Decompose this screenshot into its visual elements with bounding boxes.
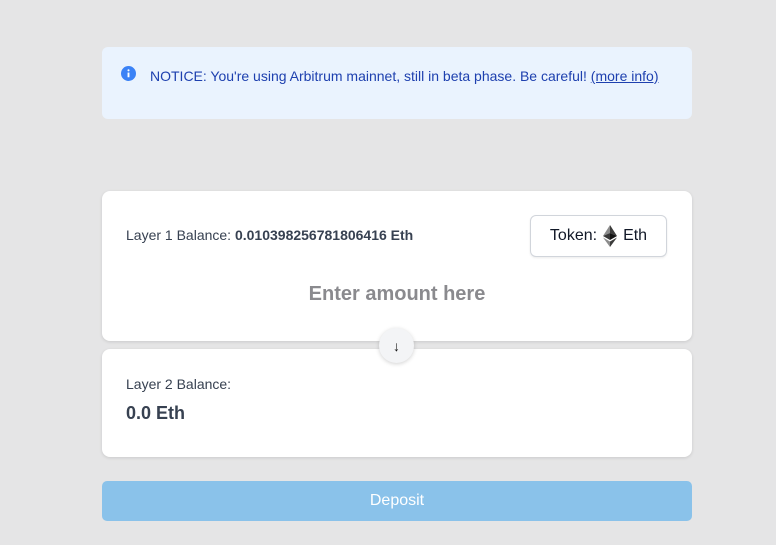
token-symbol: Eth	[623, 227, 648, 244]
layer2-balance-label: Layer 2 Balance:	[126, 376, 232, 392]
token-label: Token:	[549, 227, 598, 244]
more-info-link[interactable]: (more info)	[591, 68, 659, 84]
info-icon	[121, 66, 136, 81]
layer2-balance-value: 0.0 Eth	[126, 403, 186, 423]
layer1-balance-label: Layer 1 Balance:	[126, 227, 232, 243]
layer2-card: Layer 2 Balance: 0.0 Eth	[102, 349, 692, 457]
layer1-balance-value: 0.010398256781806416 Eth	[234, 227, 414, 243]
layer1-balance: Layer 1 Balance: 0.010398256781806416 Et…	[126, 227, 413, 243]
amount-input[interactable]	[102, 279, 692, 309]
notice-text: NOTICE: You're using Arbitrum mainnet, s…	[150, 68, 587, 84]
swap-direction-button[interactable]: ↓	[379, 328, 414, 363]
arrow-down-icon: ↓	[393, 337, 400, 354]
deposit-button[interactable]: Deposit	[102, 481, 692, 521]
layer1-card: Layer 1 Balance: 0.010398256781806416 Et…	[102, 191, 692, 341]
ethereum-icon	[603, 225, 618, 247]
beta-notice: NOTICE: You're using Arbitrum mainnet, s…	[102, 47, 692, 119]
token-select-button[interactable]: Token: Eth	[530, 215, 667, 257]
